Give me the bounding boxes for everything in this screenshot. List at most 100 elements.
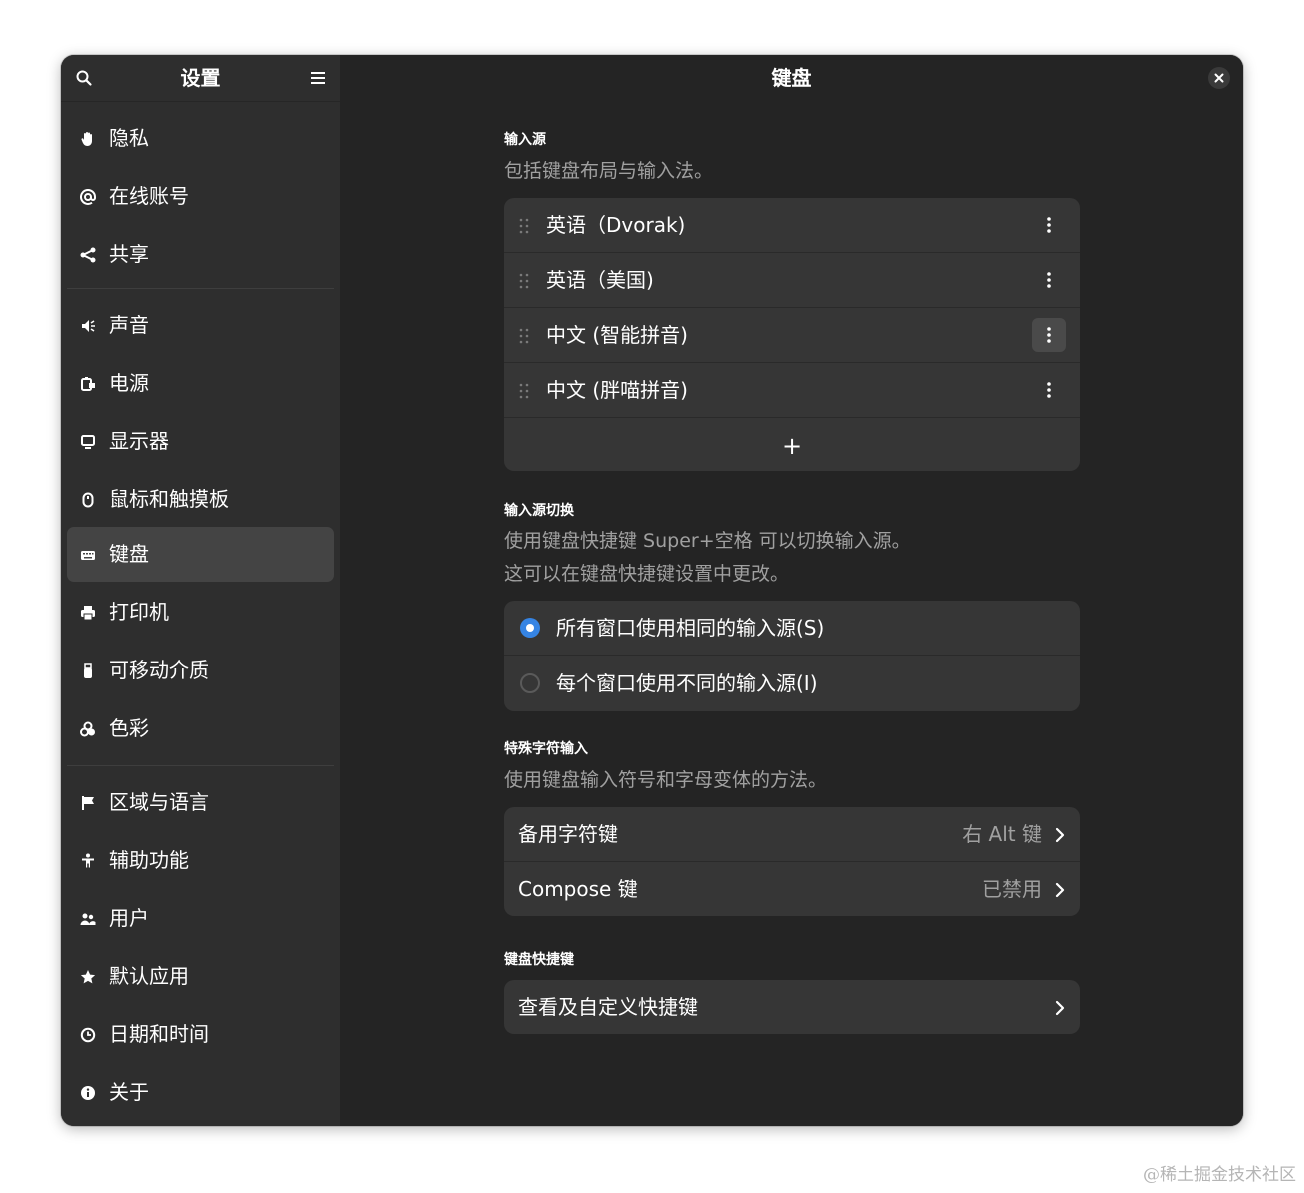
sidebar: 设置 隐私 在线账号 共享 声音 电源 显示器 鼠标和触摸板 键盘 打印机 可移… — [61, 55, 340, 1126]
sidebar-item-label: 默认应用 — [109, 964, 189, 988]
sidebar-item-date-time[interactable]: 日期和时间 — [67, 1007, 334, 1062]
sidebar-item-printers[interactable]: 打印机 — [67, 585, 334, 640]
row-value: 右 Alt 键 — [962, 822, 1042, 846]
sidebar-item-label: 关于 — [109, 1080, 149, 1104]
more-options-button[interactable] — [1032, 373, 1066, 407]
sidebar-item-sharing[interactable]: 共享 — [67, 227, 334, 282]
more-options-button[interactable] — [1032, 263, 1066, 297]
sidebar-item-label: 隐私 — [109, 126, 149, 150]
row-label: Compose 键 — [518, 877, 638, 901]
input-source-label: 英语（Dvorak) — [546, 213, 686, 237]
list-item[interactable]: 中文 (胖喵拼音) — [504, 363, 1080, 418]
sidebar-item-label: 键盘 — [109, 542, 149, 566]
special-chars-list: 备用字符键 右 Alt 键 Compose 键 已禁用 — [504, 807, 1080, 916]
at-icon — [79, 188, 97, 206]
shortcuts-list: 查看及自定义快捷键 — [504, 980, 1080, 1034]
switching-description-line2: 这可以在键盘快捷键设置中更改。 — [504, 563, 790, 585]
sidebar-item-color[interactable]: 色彩 — [67, 701, 334, 756]
drag-handle-icon[interactable] — [518, 327, 530, 345]
drag-handle-icon[interactable] — [518, 217, 530, 235]
accessibility-icon — [79, 852, 97, 870]
sidebar-item-power[interactable]: 电源 — [67, 356, 334, 411]
input-source-label: 中文 (胖喵拼音) — [546, 378, 688, 402]
add-icon: + — [781, 431, 803, 460]
watermark: @稀土掘金技术社区 — [1143, 1165, 1296, 1185]
sidebar-title: 设置 — [180, 66, 221, 90]
sidebar-item-label: 显示器 — [109, 429, 169, 453]
radio-label: 每个窗口使用不同的输入源(I) — [556, 671, 818, 695]
row-label: 备用字符键 — [518, 822, 618, 846]
more-options-button[interactable] — [1032, 208, 1066, 242]
sidebar-item-label: 可移动介质 — [109, 658, 209, 682]
sidebar-item-displays[interactable]: 显示器 — [67, 414, 334, 469]
row-value: 已禁用 — [982, 877, 1042, 901]
switching-options: 所有窗口使用相同的输入源(S) 每个窗口使用不同的输入源(I) — [504, 601, 1080, 711]
display-icon — [79, 433, 97, 451]
add-input-source-button[interactable]: + — [504, 418, 1080, 471]
sidebar-item-label: 辅助功能 — [109, 848, 189, 872]
close-button[interactable] — [1208, 67, 1230, 89]
switching-description-line1: 使用键盘快捷键 Super+空格 可以切换输入源。 — [504, 530, 911, 552]
sidebar-item-label: 电源 — [109, 371, 149, 395]
share-icon — [79, 246, 97, 264]
sidebar-item-about[interactable]: 关于 — [67, 1065, 334, 1120]
special-chars-title: 特殊字符输入 — [504, 741, 588, 757]
color-icon — [79, 720, 97, 738]
star-icon — [79, 968, 97, 986]
sidebar-item-label: 声音 — [109, 313, 149, 337]
sidebar-item-label: 区域与语言 — [109, 790, 209, 814]
sidebar-item-online-accounts[interactable]: 在线账号 — [67, 169, 334, 224]
vertical-dots-icon — [1047, 272, 1051, 288]
sidebar-item-sound[interactable]: 声音 — [67, 298, 334, 353]
more-options-button[interactable] — [1032, 318, 1066, 352]
sidebar-item-removable-media[interactable]: 可移动介质 — [67, 643, 334, 698]
sidebar-item-accessibility[interactable]: 辅助功能 — [67, 833, 334, 888]
alternate-chars-key-row[interactable]: 备用字符键 右 Alt 键 — [504, 807, 1080, 862]
sidebar-item-default-apps[interactable]: 默认应用 — [67, 949, 334, 1004]
sidebar-item-label: 打印机 — [109, 600, 169, 624]
clock-icon — [79, 1026, 97, 1044]
compose-key-row[interactable]: Compose 键 已禁用 — [504, 862, 1080, 916]
sidebar-item-keyboard[interactable]: 键盘 — [67, 527, 334, 582]
input-source-label: 中文 (智能拼音) — [546, 323, 688, 347]
list-item[interactable]: 英语（Dvorak) — [504, 198, 1080, 253]
chevron-right-icon — [1055, 827, 1065, 843]
view-shortcuts-row[interactable]: 查看及自定义快捷键 — [504, 980, 1080, 1034]
info-icon — [79, 1084, 97, 1102]
sidebar-item-label: 色彩 — [109, 716, 149, 740]
sidebar-item-mouse[interactable]: 鼠标和触摸板 — [67, 472, 334, 527]
usb-icon — [79, 662, 97, 680]
radio-option-same[interactable]: 所有窗口使用相同的输入源(S) — [504, 601, 1080, 656]
sidebar-item-label: 鼠标和触摸板 — [109, 487, 229, 511]
input-sources-description: 包括键盘布局与输入法。 — [504, 160, 714, 182]
radio-button-selected[interactable] — [520, 618, 540, 638]
close-icon — [1214, 73, 1224, 83]
settings-window: 设置 隐私 在线账号 共享 声音 电源 显示器 鼠标和触摸板 键盘 打印机 可移… — [61, 55, 1243, 1126]
sidebar-item-label: 用户 — [109, 906, 149, 930]
sidebar-item-region-language[interactable]: 区域与语言 — [67, 775, 334, 830]
input-sources-list: 英语（Dvorak) 英语（美国) 中文 (智能拼音) 中文 (胖喵拼音) + — [504, 198, 1080, 471]
sidebar-item-users[interactable]: 用户 — [67, 891, 334, 946]
users-icon — [79, 910, 97, 928]
radio-option-different[interactable]: 每个窗口使用不同的输入源(I) — [504, 656, 1080, 711]
drag-handle-icon[interactable] — [518, 272, 530, 290]
vertical-dots-icon — [1047, 327, 1051, 343]
menu-icon[interactable] — [305, 65, 331, 91]
main-panel: 键盘 输入源 包括键盘布局与输入法。 英语（Dvorak) 英语（美国) 中文 … — [340, 55, 1243, 1126]
drag-handle-icon[interactable] — [518, 382, 530, 400]
keyboard-icon — [79, 546, 97, 564]
input-sources-title: 输入源 — [504, 132, 546, 148]
list-item[interactable]: 中文 (智能拼音) — [504, 308, 1080, 363]
mouse-icon — [79, 491, 97, 509]
switching-title: 输入源切换 — [504, 503, 574, 519]
sidebar-header: 设置 — [61, 55, 340, 102]
sidebar-item-privacy[interactable]: 隐私 — [67, 111, 334, 166]
page-title: 键盘 — [771, 66, 812, 90]
sidebar-separator — [67, 288, 334, 289]
sidebar-separator — [67, 765, 334, 766]
vertical-dots-icon — [1047, 382, 1051, 398]
input-source-label: 英语（美国) — [546, 268, 654, 292]
speaker-icon — [79, 317, 97, 335]
radio-button[interactable] — [520, 673, 540, 693]
list-item[interactable]: 英语（美国) — [504, 253, 1080, 308]
